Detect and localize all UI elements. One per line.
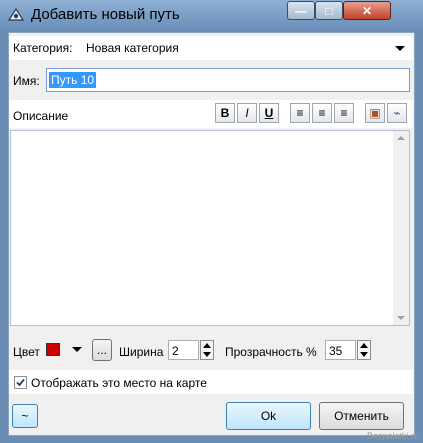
ok-button[interactable]: Ok [226, 402, 311, 430]
chevron-down-icon[interactable] [395, 46, 405, 51]
insert-image-button[interactable]: ▣ [365, 103, 385, 123]
width-label: Ширина [119, 345, 164, 359]
vertical-scrollbar[interactable] [393, 131, 409, 325]
name-input[interactable]: Путь 10 [46, 68, 410, 92]
align-center-icon: ≡ [318, 106, 326, 120]
width-input[interactable]: 2 [168, 340, 199, 360]
description-label: Описание [13, 109, 69, 123]
app-icon [7, 6, 25, 24]
category-select[interactable]: Новая категория [86, 41, 179, 55]
color-label: Цвет [13, 345, 40, 359]
bold-button[interactable]: B [215, 103, 235, 123]
insert-link-button[interactable]: ⌁ [387, 103, 407, 123]
chevron-down-icon[interactable] [72, 347, 82, 352]
link-icon: ⌁ [393, 106, 401, 120]
width-spinner[interactable] [200, 340, 214, 360]
minimize-icon: — [295, 3, 307, 18]
close-button[interactable]: ✕ [343, 1, 391, 20]
opacity-input[interactable]: 35 [325, 340, 356, 360]
more-colors-button[interactable]: ... [92, 339, 112, 361]
watermark: Bezpalatki.ru [366, 431, 419, 441]
align-left-button[interactable]: ≡ [290, 103, 310, 123]
align-center-button[interactable]: ≡ [312, 103, 332, 123]
show-on-map-label: Отображать это место на карте [31, 376, 207, 390]
maximize-icon: □ [325, 3, 333, 18]
opacity-label: Прозрачность % [225, 345, 317, 359]
name-input-value: Путь 10 [49, 72, 97, 88]
title-bar: Добавить новый путь — □ ✕ [0, 0, 423, 30]
width-value: 2 [172, 344, 179, 358]
cancel-button[interactable]: Отменить [319, 402, 404, 430]
show-on-map-checkbox[interactable] [14, 376, 27, 389]
opacity-value: 35 [329, 344, 343, 358]
scroll-down-icon[interactable] [397, 316, 405, 320]
close-icon: ✕ [361, 3, 373, 18]
align-right-button[interactable]: ≡ [334, 103, 354, 123]
color-swatch[interactable] [46, 343, 60, 356]
image-icon: ▣ [369, 106, 381, 120]
underline-button[interactable]: U [259, 103, 279, 123]
italic-button[interactable]: I [237, 103, 257, 123]
opacity-spinner[interactable] [357, 340, 371, 360]
name-label: Имя: [13, 74, 40, 88]
minimize-button[interactable]: — [287, 1, 315, 20]
description-textarea[interactable] [10, 130, 410, 326]
maximize-button[interactable]: □ [315, 1, 343, 20]
scroll-up-icon[interactable] [397, 136, 405, 140]
align-right-icon: ≡ [340, 106, 348, 120]
window-title: Добавить новый путь [31, 6, 180, 23]
align-left-icon: ≡ [296, 106, 304, 120]
tilde-button[interactable]: ~ [12, 404, 38, 428]
category-label: Категория: [13, 41, 73, 55]
checkmark-icon [16, 378, 25, 387]
